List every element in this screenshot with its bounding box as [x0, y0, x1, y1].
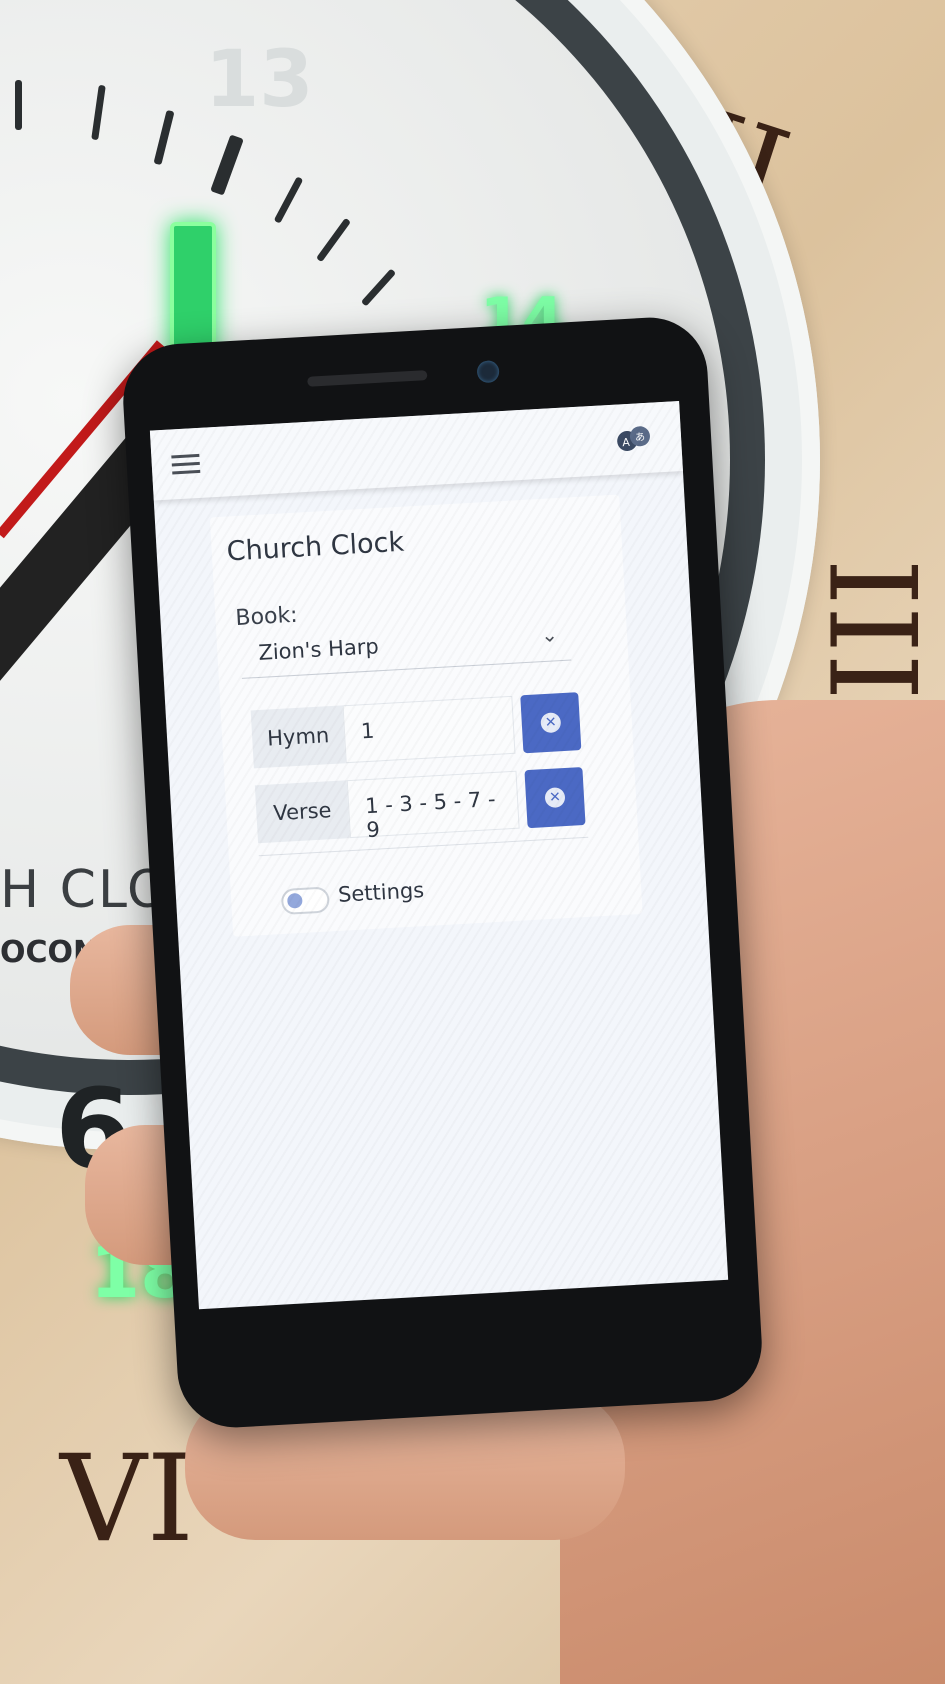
chevron-down-icon: ⌄ — [540, 622, 559, 648]
book-selected-value: Zion's Harp — [257, 634, 380, 665]
settings-label: Settings — [337, 878, 425, 907]
hymn-label: Hymn — [250, 705, 346, 769]
earpiece-speaker — [307, 370, 428, 387]
clear-verse-button[interactable]: ✕ — [524, 767, 586, 829]
verse-input[interactable]: 1 - 3 - 5 - 7 - 9 — [346, 770, 520, 842]
hymn-input[interactable]: 1 — [342, 695, 516, 764]
smartphone: A あ Church Clock Book: Zion's Harp ⌄ Hym… — [120, 314, 765, 1431]
roman-numeral-iii: III — [801, 558, 941, 701]
svg-text:あ: あ — [635, 431, 646, 444]
translate-icon[interactable]: A あ — [614, 425, 654, 457]
settings-toggle[interactable] — [280, 886, 331, 916]
book-label: Book: — [234, 602, 299, 632]
hamburger-menu-icon[interactable] — [171, 453, 201, 476]
app-screen: A あ Church Clock Book: Zion's Harp ⌄ Hym… — [149, 401, 729, 1310]
clear-icon: ✕ — [540, 712, 562, 734]
verse-label: Verse — [254, 780, 350, 844]
clear-hymn-button[interactable]: ✕ — [520, 692, 582, 754]
front-camera — [476, 360, 500, 384]
led-hour-marker — [170, 222, 216, 360]
app-bar: A あ — [149, 401, 683, 501]
clock-brand-text: H CLO — [0, 860, 170, 920]
svg-text:A: A — [622, 436, 631, 449]
roman-numeral-vi: VI — [60, 1430, 195, 1569]
toggle-knob — [286, 892, 303, 909]
clear-icon: ✕ — [544, 787, 566, 809]
clock-number-13: 13 — [205, 35, 314, 125]
